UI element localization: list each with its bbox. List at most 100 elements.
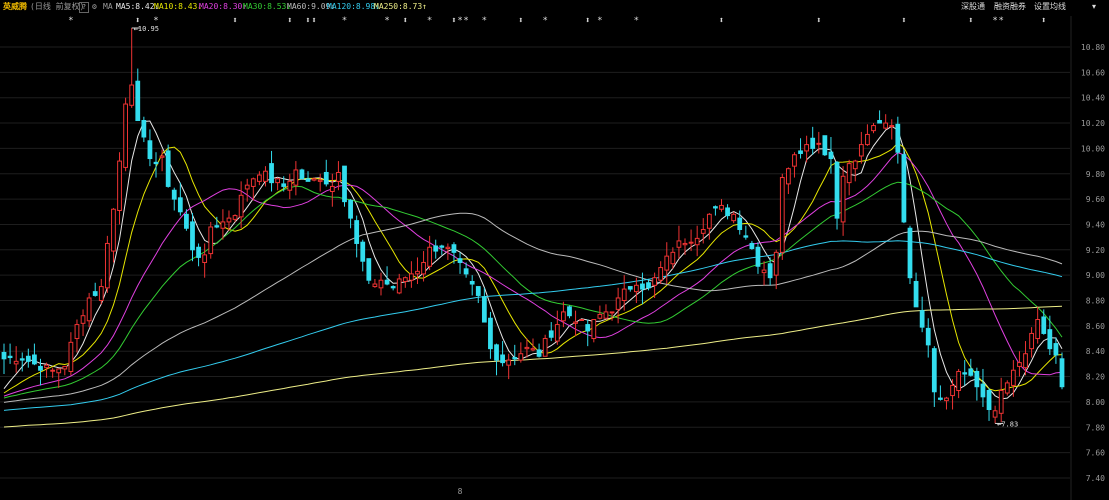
candle-body [633,284,639,293]
candle-body [536,349,542,357]
candle [731,211,737,224]
candle-body [463,268,469,275]
candle-body [153,161,159,165]
ma60-line [3,212,1063,403]
candle [579,319,585,322]
candle [883,114,889,130]
candle-body [32,354,37,365]
candle [980,368,986,407]
candle-body [98,286,104,301]
candle [1,343,7,375]
candle-body [439,245,445,248]
candle-body [104,242,110,289]
candle-body [190,221,195,251]
candle [713,205,718,216]
event-mark: ⬍ [1041,16,1046,26]
candle-body [548,330,554,338]
event-mark: * [457,16,462,26]
candle-body [694,237,700,246]
candle [913,272,919,308]
candle-body [682,242,688,246]
candle [542,334,548,357]
candle-body [542,338,548,357]
candle [111,207,116,263]
candle [658,261,664,285]
price-tick-label: 8.20 [1086,373,1105,382]
candle-body [992,410,998,418]
candle-body [366,258,372,281]
candle-body [567,306,572,317]
candle [469,275,475,296]
candle-body [919,310,925,328]
candle-body [962,372,968,375]
candle-body [25,355,31,362]
candle-body [165,150,171,187]
candle [725,204,730,220]
candle [676,225,682,259]
candle [858,131,864,164]
event-mark: ⬍ [518,16,523,26]
candle [275,177,281,191]
candle [962,360,968,386]
price-tick-label: 9.40 [1086,220,1105,229]
candle-body [591,319,597,340]
candle-body [889,125,895,128]
candle [1047,315,1053,356]
candle [396,273,402,295]
candle [950,379,955,410]
candle [488,311,493,359]
candle-body [719,204,724,210]
candle [269,150,274,192]
candle-body [445,246,451,250]
candle-body [609,311,615,314]
candle-body [822,135,828,156]
event-mark: * [427,16,432,26]
candle-body [323,171,329,185]
candle [603,304,609,320]
candle-body [38,365,43,371]
candle [956,368,962,399]
candle [895,116,901,164]
candle [220,209,226,240]
candle [13,346,19,373]
event-marks: * ⬍ * ⬍ ⬍ ⬍ ⬍ * * ⬍ * ⬍ * * * ⬍ * ⬍ * * ⬍ ⬍ ⬍ ⬍ * * ⬍8 [68,16,1046,496]
candle [573,310,578,336]
candle-body [785,168,791,185]
candle-body [658,267,664,281]
candle-body [342,165,347,203]
candle-body [1035,319,1041,340]
candle-body [62,365,68,370]
price-tick-label: 9.00 [1086,271,1105,280]
candle-body [500,354,505,364]
candle-body [415,270,420,275]
candle [171,187,177,211]
candle [822,135,828,157]
price-tick-label: 7.40 [1086,474,1105,483]
candle [548,322,554,342]
candlestick-chart[interactable]: 10.80 10.60 10.40 10.20 10.00 9.80 9.60 9.40 9.2… [0,0,1109,500]
candle [871,123,876,134]
candle-body [980,383,986,398]
candle-body [852,160,858,170]
price-tick-label: 9.20 [1086,246,1105,255]
candle [390,285,396,291]
event-mark: * [597,16,602,26]
candle [427,235,433,271]
candle [919,296,925,333]
candle [664,242,670,285]
candle [810,126,816,155]
candle-body [427,246,433,267]
candle-body [1,351,7,360]
candle [305,171,311,182]
candle-body [816,142,822,145]
candle-body [1023,353,1028,369]
candle-body [360,241,366,262]
candle-body [1029,332,1034,350]
candle-body [883,122,889,129]
annotation-label: ←7.83 [997,420,1018,428]
candle-body [202,254,208,263]
candle-body [421,261,426,275]
price-tick-label: 7.80 [1086,423,1105,432]
candle-body [901,154,907,223]
candle-body [7,355,13,359]
